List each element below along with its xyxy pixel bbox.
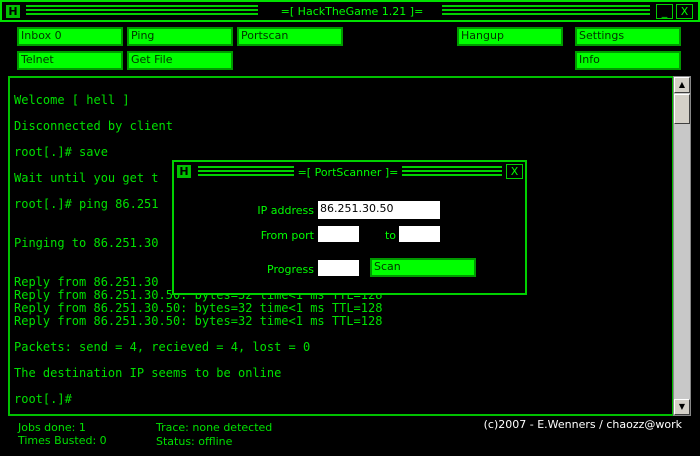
terminal-line: Packets: send = 4, recieved = 4, lost = … (14, 340, 311, 354)
scroll-up-icon[interactable]: ▲ (674, 77, 690, 93)
to-port-input[interactable] (398, 225, 441, 243)
to-port-label: to (384, 229, 396, 242)
inbox-button[interactable]: Inbox 0 (17, 27, 123, 46)
terminal-line: root[.]# save (14, 145, 108, 159)
title-bar[interactable]: H =[ HackTheGame 1.21 ]= _ X (0, 0, 700, 22)
terminal-line: Reply from 86.251.30.50: bytes=32 time<1… (14, 301, 383, 315)
dialog-stripes-left (198, 166, 294, 178)
window-title: =[ HackTheGame 1.21 ]= (280, 5, 424, 18)
trace-text: Trace: none detected (156, 421, 273, 434)
terminal-line: Disconnected by client (14, 119, 173, 133)
hangup-button[interactable]: Hangup (457, 27, 563, 46)
telnet-button[interactable]: Telnet (17, 51, 123, 70)
terminal-line: Reply from 86.251.30.50: bytes=32 time<1… (14, 314, 383, 328)
dialog-logo-icon: H (176, 164, 192, 179)
minimize-button[interactable]: _ (656, 4, 673, 19)
ip-address-input[interactable]: 86.251.30.50 (317, 200, 441, 220)
terminal-line: Reply from 86.251.30 (14, 275, 159, 289)
terminal-line: The destination IP seems to be online (14, 366, 282, 380)
get-file-button[interactable]: Get File (127, 51, 233, 70)
scan-button[interactable]: Scan (370, 258, 476, 277)
jobs-done-text: Jobs done: 1 (18, 421, 86, 434)
progress-field (317, 259, 360, 277)
ip-address-label: IP address (257, 204, 314, 217)
terminal-line: Pinging to 86.251.30 (14, 236, 159, 250)
close-button[interactable]: X (676, 4, 693, 19)
terminal-prompt: root[.]# (14, 392, 72, 406)
terminal-scrollbar[interactable]: ▲ ▼ (673, 76, 691, 416)
ping-button[interactable]: Ping (127, 27, 233, 46)
settings-button[interactable]: Settings (575, 27, 681, 46)
status-text: Status: offline (156, 435, 233, 448)
from-port-input[interactable] (317, 225, 360, 243)
portscanner-dialog[interactable]: H =[ PortScanner ]= X IP address 86.251.… (172, 160, 527, 295)
progress-label: Progress (267, 263, 314, 276)
from-port-label: From port (260, 229, 314, 242)
scroll-down-icon[interactable]: ▼ (674, 399, 690, 415)
terminal-line: Wait until you get t (14, 171, 159, 185)
dialog-close-button[interactable]: X (506, 164, 523, 179)
dialog-title: =[ PortScanner ]= (297, 166, 399, 179)
copyright-text: (c)2007 - E.Wenners / chaozz@work (483, 418, 682, 431)
times-busted-text: Times Busted: 0 (18, 434, 107, 447)
dialog-stripes-right (402, 166, 502, 178)
info-button[interactable]: Info (575, 51, 681, 70)
terminal-line: Welcome [ hell ] (14, 93, 130, 107)
scroll-thumb[interactable] (674, 94, 690, 124)
portscan-button[interactable]: Portscan (237, 27, 343, 46)
terminal-line: root[.]# ping 86.251 (14, 197, 159, 211)
